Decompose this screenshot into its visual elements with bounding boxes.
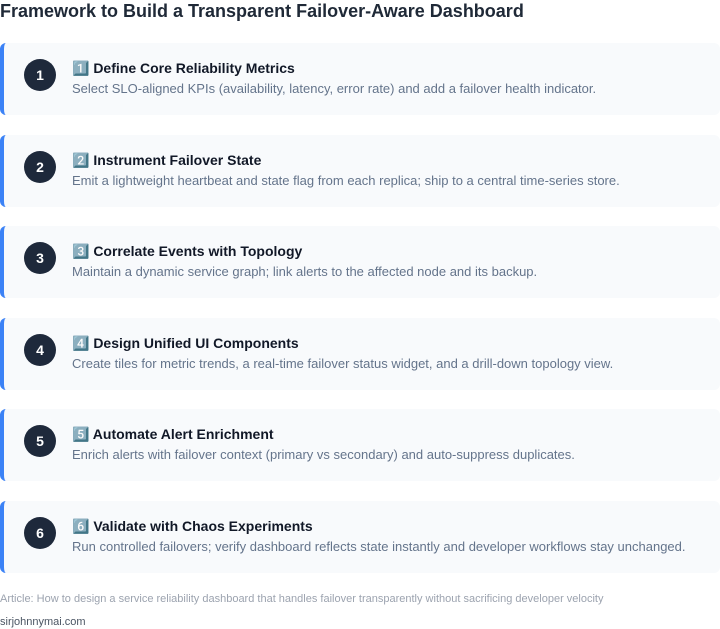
- step-card: 5 5️⃣ Automate Alert Enrichment Enrich a…: [0, 409, 720, 482]
- step-card: 2 2️⃣ Instrument Failover State Emit a l…: [0, 134, 720, 207]
- step-number-badge: 1: [24, 59, 56, 91]
- step-description: Create tiles for metric trends, a real-t…: [72, 355, 614, 371]
- step-heading: 1️⃣ Define Core Reliability Metrics: [72, 60, 295, 76]
- article-caption: Article: How to design a service reliabi…: [0, 593, 604, 605]
- step-description: Enrich alerts with failover context (pri…: [72, 447, 575, 463]
- page-title: Framework to Build a Transparent Failove…: [0, 1, 524, 21]
- step-heading: 4️⃣ Design Unified UI Components: [72, 334, 299, 351]
- step-number-badge: 5: [24, 425, 56, 458]
- step-description: Emit a lightweight heartbeat and state f…: [72, 172, 620, 188]
- step-number-badge: 6: [24, 516, 56, 549]
- step-card: 3 3️⃣ Correlate Events with Topology Mai…: [0, 226, 720, 299]
- step-card: 1 1️⃣ Define Core Reliability Metrics Se…: [0, 43, 720, 115]
- step-description: Select SLO-aligned KPIs (availability, l…: [72, 81, 597, 96]
- site-credit: sirjohnnymai.com: [0, 616, 86, 628]
- step-heading: 5️⃣ Automate Alert Enrichment: [72, 426, 274, 443]
- step-description: Run controlled failovers; verify dashboa…: [72, 538, 686, 554]
- step-number-badge: 3: [24, 242, 56, 275]
- step-number-badge: 4: [24, 333, 56, 366]
- step-card: 6 6️⃣ Validate with Chaos Experiments Ru…: [0, 500, 720, 573]
- step-number-badge: 2: [24, 150, 56, 183]
- step-list: 1 1️⃣ Define Core Reliability Metrics Se…: [0, 43, 720, 593]
- step-heading: 6️⃣ Validate with Chaos Experiments: [72, 517, 313, 534]
- step-heading: 3️⃣ Correlate Events with Topology: [72, 243, 303, 260]
- step-card: 4 4️⃣ Design Unified UI Components Creat…: [0, 317, 720, 390]
- step-description: Maintain a dynamic service graph; link a…: [72, 264, 538, 280]
- step-heading: 2️⃣ Instrument Failover State: [72, 151, 262, 168]
